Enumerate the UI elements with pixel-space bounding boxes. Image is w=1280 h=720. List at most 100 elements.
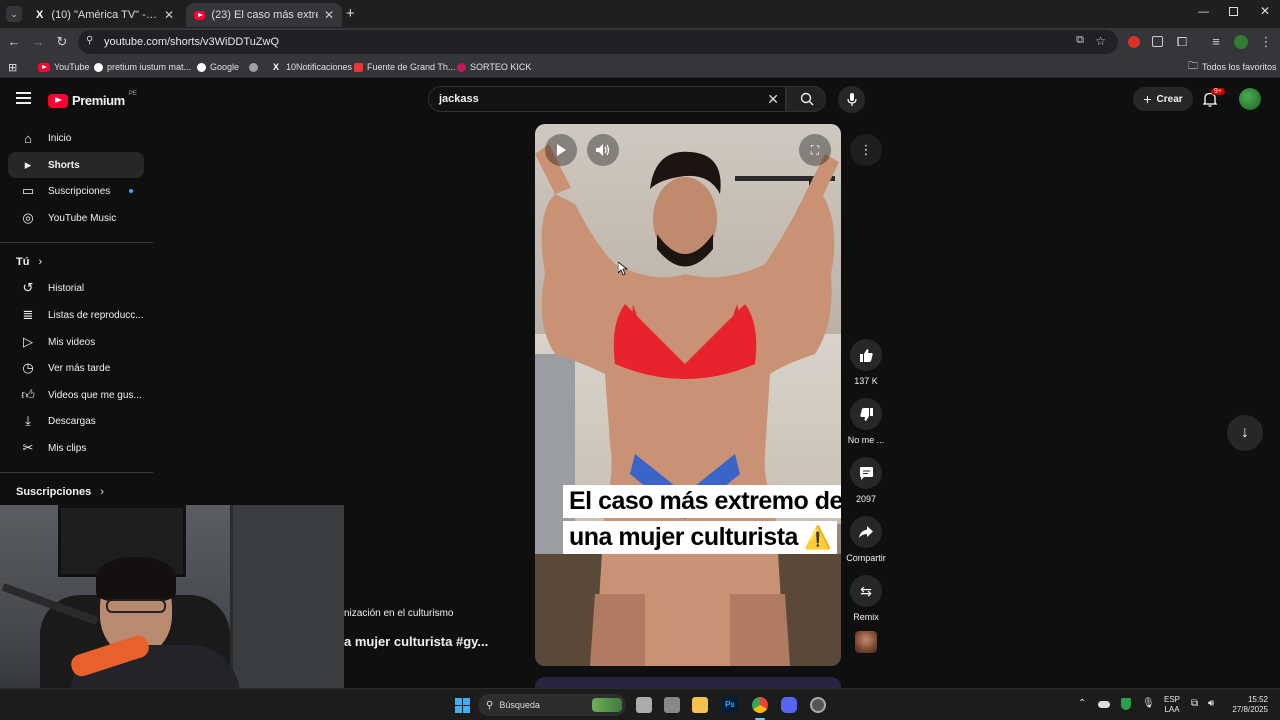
font-icon	[354, 62, 363, 72]
sidebar-item-suscripciones[interactable]: ▭ Suscripciones	[8, 178, 144, 204]
discord-icon[interactable]	[781, 697, 797, 713]
remix-icon[interactable]: ⇆	[850, 575, 882, 607]
thumbs-down-icon[interactable]	[850, 398, 882, 430]
bookmark-sorteo-kick[interactable]: SORTEO KICK	[457, 60, 531, 74]
profile-avatar[interactable]	[1234, 35, 1248, 49]
sidebar-item-listas[interactable]: ≣ Listas de reproducc...	[8, 302, 144, 328]
bookmark-grand-theft[interactable]: Fuente de Grand Th...	[354, 60, 455, 74]
tab-search-button[interactable]: ⌄	[6, 6, 22, 22]
hamburger-menu-icon[interactable]	[16, 92, 31, 104]
sidebar-item-ver-mas-tarde[interactable]: ◷ Ver más tarde	[8, 355, 144, 381]
forward-icon[interactable]: →	[30, 34, 46, 50]
voice-search-button[interactable]	[838, 86, 865, 113]
sidebar-item-mis-clips[interactable]: ✂ Mis clips	[8, 435, 144, 461]
comments-action[interactable]: 2097	[846, 457, 886, 504]
extension-icon[interactable]	[1152, 36, 1163, 47]
bookmark-google[interactable]: Google	[197, 60, 239, 74]
clock[interactable]: 15:52 27/8/2025	[1224, 695, 1268, 715]
notifications-button[interactable]: 9+	[1202, 88, 1225, 108]
bookmarks-bar: ⊞ YouTube pretium iustum mat... Google X…	[0, 56, 1280, 78]
remix-action[interactable]: ⇆ Remix	[846, 575, 886, 622]
bookmark-notificaciones[interactable]: X 10Notificaciones	[270, 60, 352, 74]
new-tab-button[interactable]: +	[346, 5, 355, 22]
task-view-icon[interactable]	[636, 697, 652, 713]
thumbs-up-icon[interactable]	[850, 339, 882, 371]
back-icon[interactable]: ←	[6, 34, 22, 50]
search-input[interactable]: jackass ✕	[428, 86, 786, 112]
reload-icon[interactable]: ↻	[54, 34, 70, 50]
extension-red-icon[interactable]	[1128, 36, 1140, 48]
taskbar-search[interactable]: ⚲ Búsqueda	[478, 694, 626, 716]
arrow-down-icon: ↓	[1241, 424, 1249, 441]
app-icon[interactable]	[664, 697, 680, 713]
apps-grid-icon[interactable]: ⊞	[8, 60, 17, 74]
chrome-icon[interactable]	[752, 697, 768, 713]
short-video-player[interactable]: El caso más extremo de una mujer culturi…	[535, 124, 841, 666]
sidebar-item-videos-me-gustan[interactable]: 👍︎ Videos que me gus...	[8, 382, 144, 408]
like-action[interactable]: 137 K	[846, 339, 886, 386]
close-window-icon[interactable]: ✕	[1260, 4, 1270, 18]
person-figure	[535, 144, 839, 666]
all-bookmarks[interactable]: 🗀 Todos los favoritos	[1188, 60, 1277, 74]
browser-tab-2[interactable]: (23) El caso más extremo de un ✕	[186, 3, 342, 27]
site-info-icon[interactable]: ⚲	[86, 35, 93, 46]
sidebar-item-mis-videos[interactable]: ▷ Mis videos	[8, 329, 144, 355]
microphone-tray-icon[interactable]: 🎙︎	[1142, 698, 1155, 709]
menu-dots-icon[interactable]: ⋮	[1258, 34, 1274, 50]
sidebar-section-you[interactable]: Tú ›	[16, 256, 42, 268]
channel-avatar[interactable]	[855, 631, 877, 653]
sidebar-item-descargas[interactable]: ⤓ Descargas	[8, 408, 144, 434]
sidebar-item-historial[interactable]: ↺ Historial	[8, 275, 144, 301]
bookmark-youtube[interactable]: YouTube	[38, 60, 89, 74]
webcam-person-hair	[96, 557, 176, 601]
bookmark-star-icon[interactable]: ☆	[1095, 34, 1106, 48]
sidebar-item-inicio[interactable]: ⌂ Inicio	[8, 125, 144, 151]
bookmark-pretium[interactable]: pretium iustum mat...	[94, 60, 191, 74]
x-icon: X	[272, 62, 279, 72]
bookmark-globe[interactable]	[249, 60, 258, 74]
reading-list-icon[interactable]: ≡	[1208, 34, 1224, 50]
volume-button[interactable]	[587, 134, 619, 166]
next-short-button[interactable]: ↓	[1227, 415, 1263, 451]
sidebar-item-youtube-music[interactable]: ◎ YouTube Music	[8, 205, 144, 231]
defender-icon[interactable]	[1121, 698, 1131, 710]
sidebar-divider	[0, 472, 153, 473]
fullscreen-button[interactable]: ⛶	[799, 134, 831, 166]
play-button[interactable]	[545, 134, 577, 166]
close-icon[interactable]: ✕	[164, 8, 174, 22]
file-explorer-icon[interactable]	[692, 697, 708, 713]
close-icon[interactable]: ✕	[324, 8, 334, 22]
minimize-icon[interactable]: —	[1198, 6, 1209, 18]
comment-count: 2097	[855, 494, 877, 504]
dislike-action[interactable]: No me ...	[846, 398, 886, 445]
install-icon[interactable]: ⧉	[1076, 34, 1084, 47]
like-icon: 👍︎	[21, 387, 35, 402]
language-indicator[interactable]: ESP LAA	[1160, 695, 1184, 715]
short-title-partial[interactable]: a mujer culturista #gy...	[344, 634, 488, 649]
address-bar[interactable]: ⚲ youtube.com/shorts/v3WiDDTuZwQ ⧉ ☆	[78, 30, 1118, 54]
fullscreen-icon: ⛶	[810, 142, 820, 157]
browser-tab-1[interactable]: X (10) "América TV" - Buscar / X ✕	[26, 3, 182, 27]
notification-badge: 9+	[1211, 88, 1225, 95]
sidebar-item-shorts[interactable]: ▸ Shorts	[8, 152, 144, 178]
tray-chevron-icon[interactable]: ⌃	[1078, 698, 1086, 709]
sidebar-section-subscriptions[interactable]: Suscripciones ›	[16, 486, 104, 498]
create-button[interactable]: + Crear	[1133, 87, 1193, 111]
comment-icon[interactable]	[850, 457, 882, 489]
onedrive-icon[interactable]	[1098, 701, 1110, 708]
volume-tray-icon[interactable]: 🔊︎	[1208, 698, 1214, 709]
network-icon[interactable]: ⧉	[1191, 698, 1198, 709]
account-avatar[interactable]	[1239, 88, 1261, 110]
search-button[interactable]	[786, 86, 826, 112]
extensions-puzzle-icon[interactable]: ⧠	[1174, 34, 1190, 50]
share-icon[interactable]	[850, 516, 882, 548]
more-options-button[interactable]: ⋮	[850, 134, 882, 166]
windows-start-icon[interactable]	[455, 698, 470, 713]
photoshop-icon[interactable]: Ps	[722, 697, 738, 713]
restore-icon[interactable]	[1229, 7, 1238, 16]
url-text: youtube.com/shorts/v3WiDDTuZwQ	[104, 36, 280, 48]
app-notification-icon[interactable]	[810, 697, 826, 713]
clear-search-icon[interactable]: ✕	[767, 87, 779, 111]
share-action[interactable]: Compartir	[846, 516, 886, 563]
youtube-premium-logo[interactable]: Premium PE	[48, 91, 137, 108]
